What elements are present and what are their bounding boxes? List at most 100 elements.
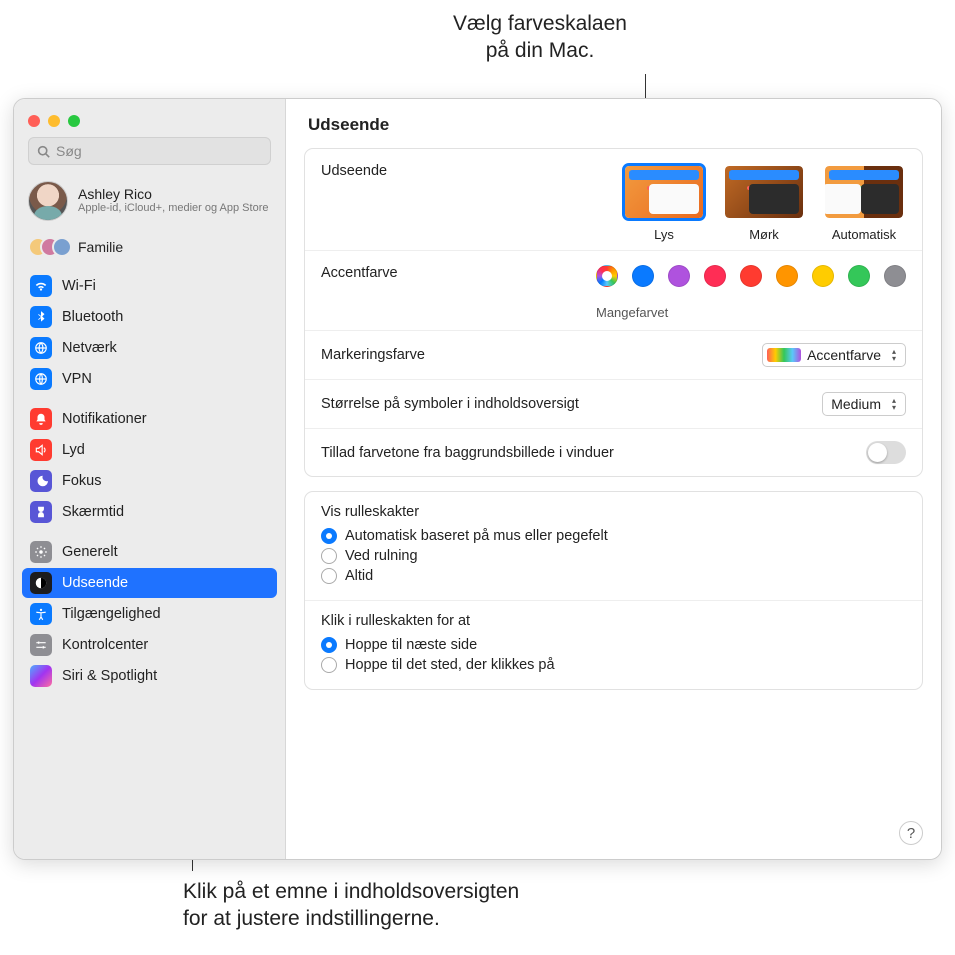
zoom-window-button[interactable]: [68, 115, 80, 127]
sidebar-item-label: Siri & Spotlight: [62, 668, 157, 684]
callout-top: Vælg farveskalaenpå din Mac.: [430, 10, 650, 65]
wallpaper-tint-label: Tillad farvetone fra baggrundsbillede i …: [321, 445, 614, 461]
search-input[interactable]: Søg: [28, 137, 271, 165]
scrollbars-option-label: Automatisk baseret på mus eller pegefelt: [345, 528, 608, 544]
scroll-click-option-label: Hoppe til næste side: [345, 637, 477, 653]
accent-swatch-0[interactable]: [596, 265, 618, 287]
accent-swatch-3[interactable]: [704, 265, 726, 287]
family-icons: [28, 237, 68, 257]
sidebar-item-label: Skærmtid: [62, 504, 124, 520]
scroll-click-title: Klik i rulleskakten for at: [321, 613, 906, 629]
accent-swatch-2[interactable]: [668, 265, 690, 287]
appearance-thumb-light: [622, 163, 706, 221]
scrollbars-option-1[interactable]: Ved rulning: [321, 546, 906, 566]
sidebar-item-sound[interactable]: Lyd: [22, 435, 277, 465]
appearance-thumb-auto: [822, 163, 906, 221]
accent-row: Accentfarve Mangefarvet: [305, 251, 922, 331]
sound-icon: [30, 439, 52, 461]
accent-label: Accentfarve: [321, 265, 398, 281]
sidebar-item-focus[interactable]: Fokus: [22, 466, 277, 496]
sidebar-item-vpn[interactable]: VPN: [22, 364, 277, 394]
radio-icon: [321, 568, 337, 584]
appearance-option-label: Mørk: [749, 227, 779, 242]
appearance-option-label: Lys: [654, 227, 674, 242]
sidebar-item-label: VPN: [62, 371, 92, 387]
sidebar-item-label: Netværk: [62, 340, 117, 356]
appearance-option-dark[interactable]: Mørk: [722, 163, 806, 242]
scroll-click-option-0[interactable]: Hoppe til næste side: [321, 635, 906, 655]
accessibility-icon: [30, 603, 52, 625]
scroll-click-option-1[interactable]: Hoppe til det sted, der klikkes på: [321, 655, 906, 675]
scrollbars-option-0[interactable]: Automatisk baseret på mus eller pegefelt: [321, 526, 906, 546]
settings-window: Søg Ashley Rico Apple-id, iCloud+, medie…: [13, 98, 942, 860]
highlight-select[interactable]: Accentfarve ▴▾: [762, 343, 906, 367]
general-icon: [30, 541, 52, 563]
appearance-option-light[interactable]: Lys: [622, 163, 706, 242]
accent-swatch-8[interactable]: [884, 265, 906, 287]
accent-swatch-1[interactable]: [632, 265, 654, 287]
radio-icon: [321, 548, 337, 564]
sidebar-item-network[interactable]: Netværk: [22, 333, 277, 363]
sidebar-item-wifi[interactable]: Wi-Fi: [22, 271, 277, 301]
chevron-updown-icon: ▴▾: [887, 395, 901, 413]
scrollbars-title: Vis rulleskakter: [321, 504, 906, 520]
sidebar-icon-size-row: Størrelse på symboler i indholdsoversigt…: [305, 380, 922, 429]
accent-swatch-5[interactable]: [776, 265, 798, 287]
sidebar: Søg Ashley Rico Apple-id, iCloud+, medie…: [14, 99, 286, 859]
window-controls: [14, 107, 285, 137]
appearance-options: Lys Mørk Automatisk: [622, 163, 906, 242]
accent-swatch-7[interactable]: [848, 265, 870, 287]
appearance-row: Udseende LysMørkAutomatisk: [305, 149, 922, 251]
notifications-icon: [30, 408, 52, 430]
appearance-option-auto[interactable]: Automatisk: [822, 163, 906, 242]
sidebar-item-label: Fokus: [62, 473, 102, 489]
callout-bottom: Klik på et emne i indholdsoversigtenfor …: [183, 878, 519, 933]
accent-swatch-6[interactable]: [812, 265, 834, 287]
scrollbars-option-label: Altid: [345, 568, 373, 584]
scroll-click-option-label: Hoppe til det sted, der klikkes på: [345, 657, 555, 673]
sidebar-item-accessibility[interactable]: Tilgængelighed: [22, 599, 277, 629]
profile-name: Ashley Rico: [78, 186, 268, 202]
profile-subtitle: Apple-id, iCloud+, medier og App Store: [78, 202, 268, 215]
chevron-updown-icon: ▴▾: [887, 346, 901, 364]
minimize-window-button[interactable]: [48, 115, 60, 127]
scrollbars-panel: Vis rulleskakter Automatisk baseret på m…: [304, 491, 923, 690]
radio-icon: [321, 657, 337, 673]
focus-icon: [30, 470, 52, 492]
sidebar-item-label: Udseende: [62, 575, 128, 591]
accent-swatch-4[interactable]: [740, 265, 762, 287]
sidebar-item-screentime[interactable]: Skærmtid: [22, 497, 277, 527]
appearance-option-label: Automatisk: [832, 227, 896, 242]
screentime-icon: [30, 501, 52, 523]
family-row[interactable]: Familie: [14, 231, 285, 271]
highlight-label: Markeringsfarve: [321, 347, 425, 363]
sidebar-item-controlcenter[interactable]: Kontrolcenter: [22, 630, 277, 660]
sidebar-item-appearance[interactable]: Udseende: [22, 568, 277, 598]
highlight-swatch-icon: [767, 348, 801, 362]
sidebar-item-siri[interactable]: Siri & Spotlight: [22, 661, 277, 691]
page-title: Udseende: [286, 99, 941, 148]
sidebar-item-bluetooth[interactable]: Bluetooth: [22, 302, 277, 332]
close-window-button[interactable]: [28, 115, 40, 127]
family-label: Familie: [78, 239, 123, 255]
appearance-thumb-dark: [722, 163, 806, 221]
appearance-icon: [30, 572, 52, 594]
radio-icon: [321, 637, 337, 653]
highlight-row: Markeringsfarve Accentfarve ▴▾: [305, 331, 922, 380]
scrollbars-option-2[interactable]: Altid: [321, 566, 906, 586]
sidebar-icon-size-select[interactable]: Medium ▴▾: [822, 392, 906, 416]
accent-swatches: [596, 265, 906, 287]
sidebar-nav: Wi-FiBluetooth Netværk VPN Notifikationer Ly…: [14, 271, 285, 701]
sidebar-item-label: Notifikationer: [62, 411, 147, 427]
sidebar-item-general[interactable]: Generelt: [22, 537, 277, 567]
profile-row[interactable]: Ashley Rico Apple-id, iCloud+, medier og…: [14, 175, 285, 231]
wifi-icon: [30, 275, 52, 297]
wallpaper-tint-toggle[interactable]: [866, 441, 906, 464]
sidebar-item-label: Tilgængelighed: [62, 606, 161, 622]
network-icon: [30, 337, 52, 359]
sidebar-item-label: Kontrolcenter: [62, 637, 148, 653]
sidebar-item-notifications[interactable]: Notifikationer: [22, 404, 277, 434]
siri-icon: [30, 665, 52, 687]
help-button[interactable]: ?: [899, 821, 923, 845]
accent-selected-label: Mangefarvet: [596, 305, 668, 320]
